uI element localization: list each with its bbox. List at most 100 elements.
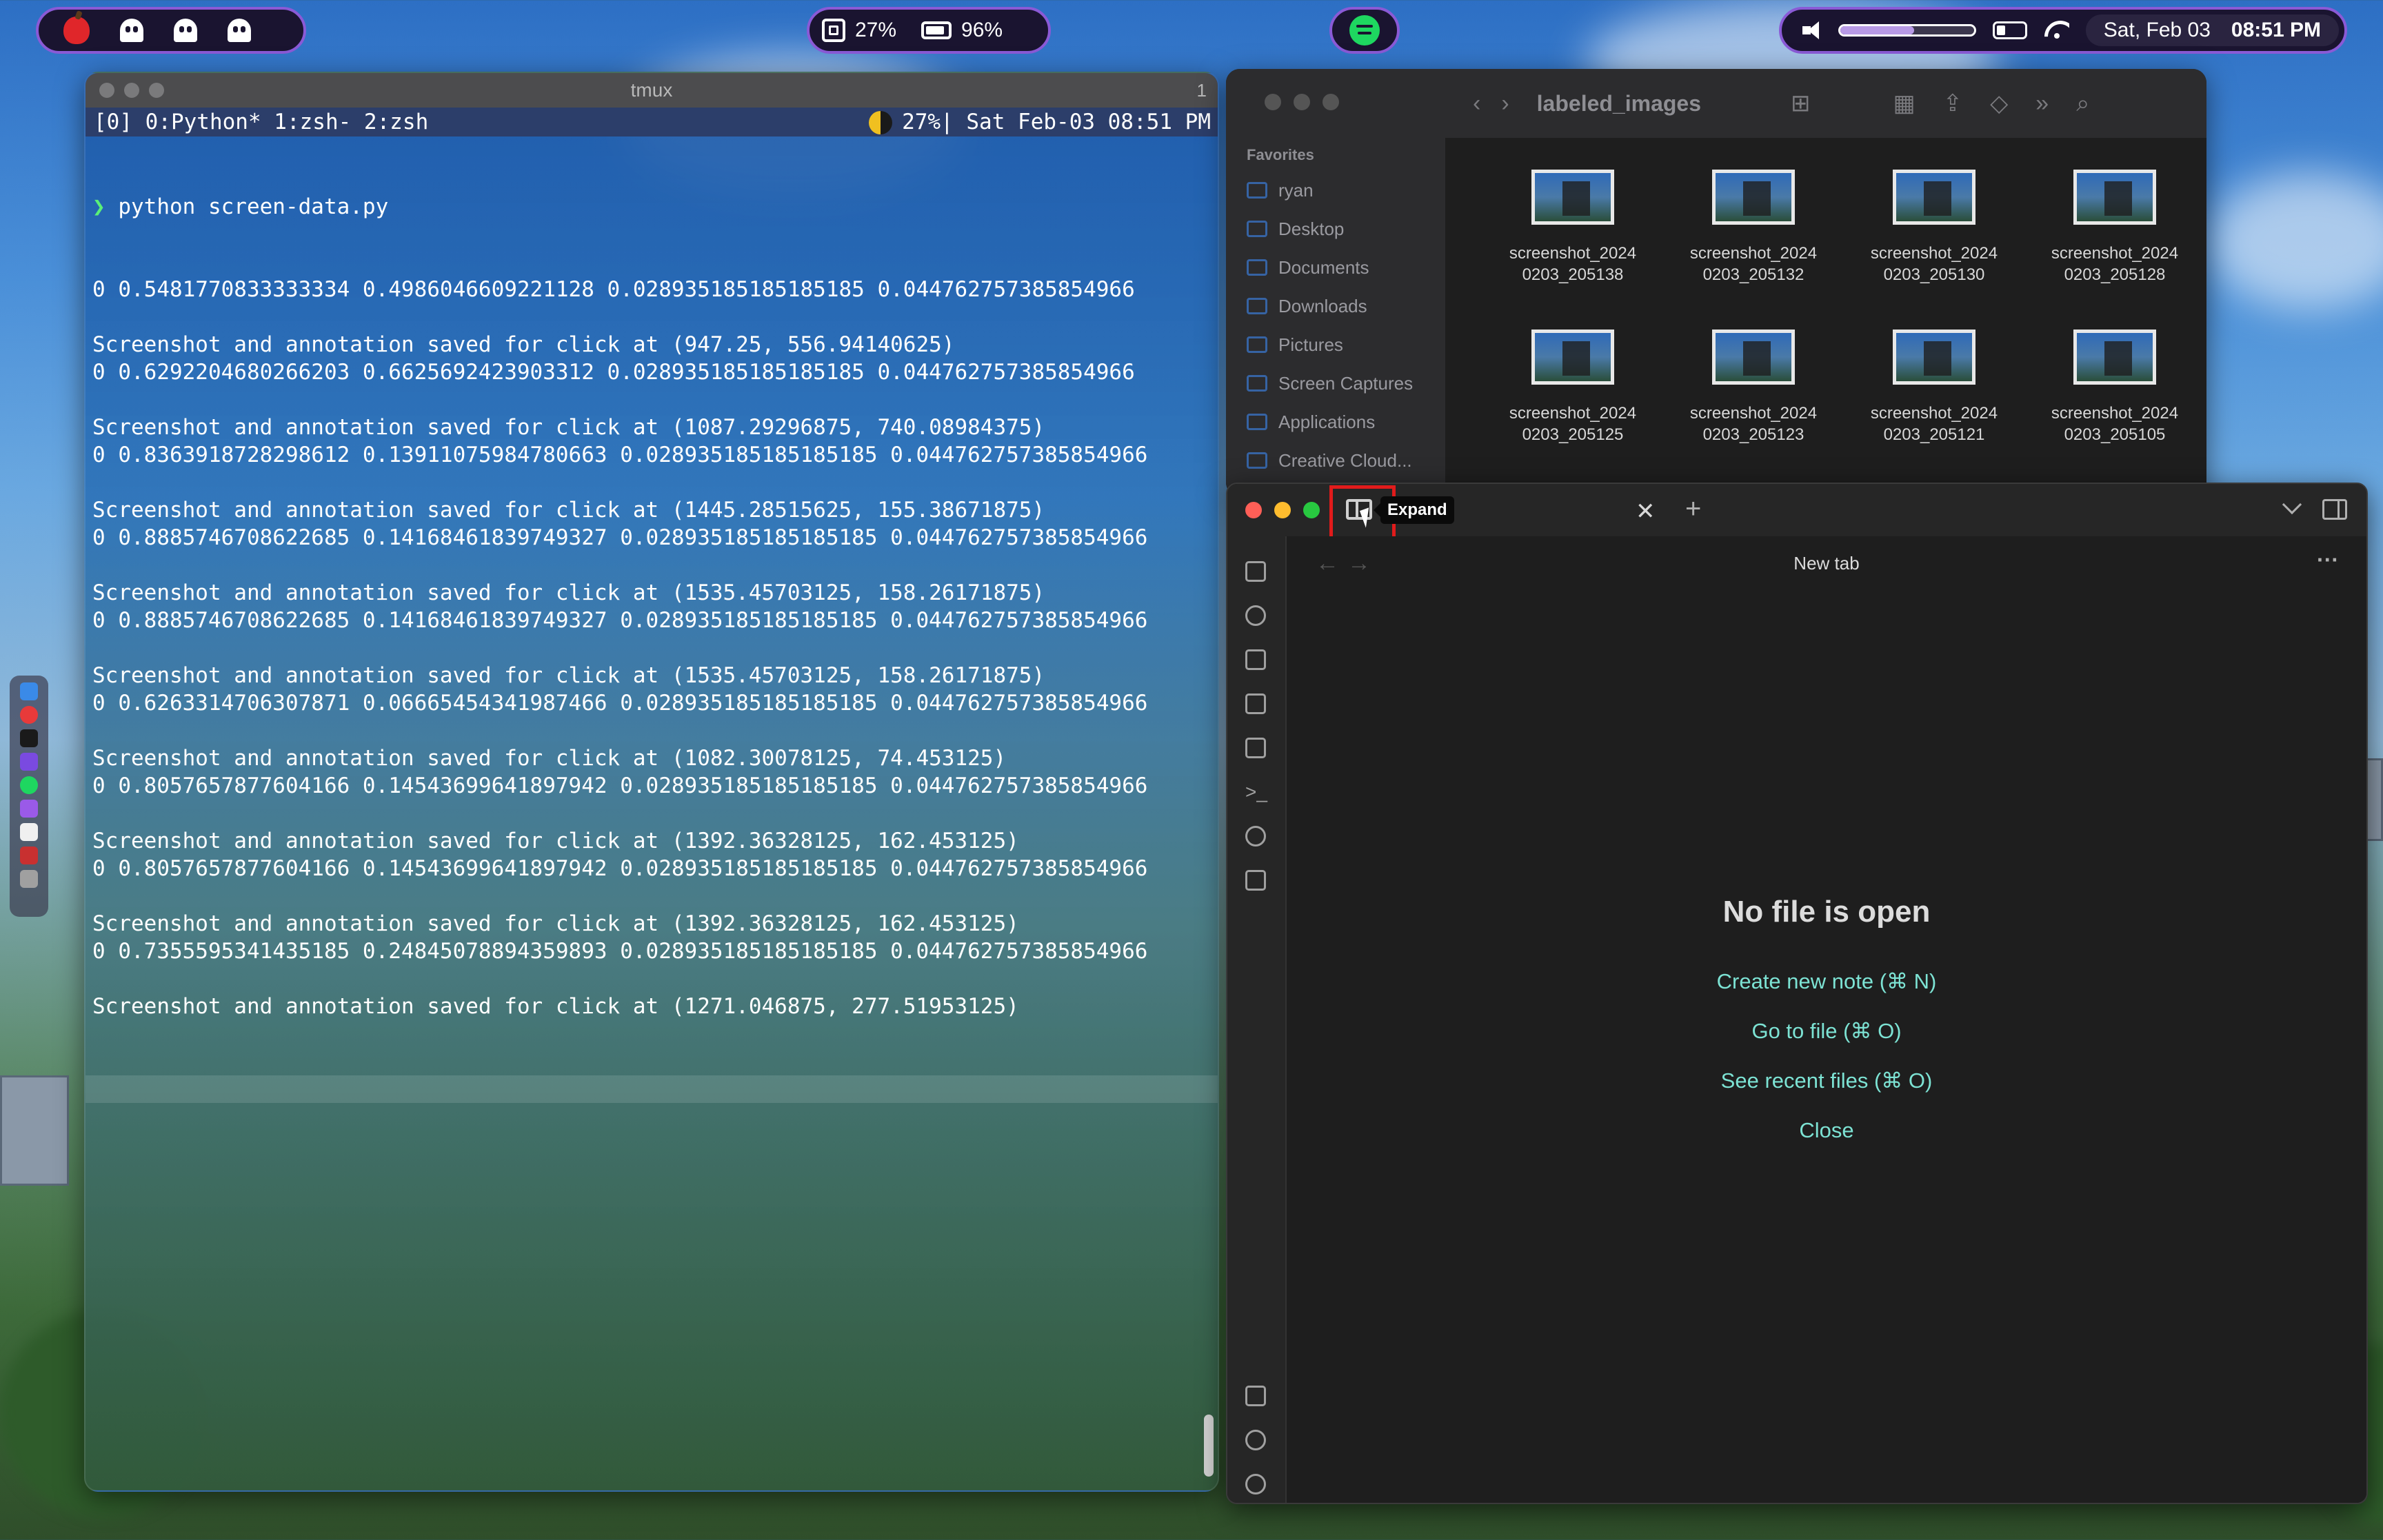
terminal-titlebar[interactable]: tmux 1 [86, 73, 1218, 108]
sidebar-item[interactable]: Applications [1247, 403, 1413, 441]
sidebar-item[interactable]: Screen Captures [1247, 364, 1413, 403]
close-tab-icon[interactable]: ✕ [1636, 498, 1656, 525]
new-tab-icon[interactable]: + [1685, 494, 1701, 525]
zoom-button[interactable] [1323, 94, 1339, 110]
sidebar-item[interactable]: Documents [1247, 248, 1413, 287]
close-button[interactable] [1265, 94, 1281, 110]
file-name-line: 0203_205105 [2064, 425, 2166, 444]
file-item[interactable]: screenshot_2024 0203_205105 [2024, 325, 2205, 485]
ghost-icon[interactable] [228, 19, 251, 42]
close-link[interactable]: Close [1287, 1106, 2366, 1155]
finder-icon[interactable] [20, 682, 38, 700]
image-thumbnail [1712, 170, 1795, 225]
minimize-button[interactable] [1294, 94, 1310, 110]
command-palette-icon[interactable]: >_ [1245, 782, 1267, 802]
terminal-icon[interactable] [20, 729, 38, 747]
help-icon[interactable] [1245, 1430, 1266, 1450]
tag-icon[interactable]: ◇ [1990, 90, 2008, 117]
app-icon[interactable] [20, 800, 38, 818]
search-icon[interactable]: ⌕ [2076, 90, 2089, 117]
file-name: screenshot_2024 0203_205132 [1690, 243, 1817, 285]
image-thumbnail [1531, 170, 1614, 225]
file-name-line: screenshot_2024 [1870, 404, 1998, 423]
cursor-line [86, 1075, 1218, 1103]
apple-icon[interactable] [63, 17, 90, 44]
wifi-icon[interactable] [2044, 21, 2069, 40]
cpu-percent: 27% [855, 19, 897, 41]
sidebar-item[interactable]: ryan [1247, 171, 1413, 210]
more-options-icon[interactable]: ··· [2317, 547, 2339, 573]
minimize-button[interactable] [1274, 502, 1291, 518]
more-icon[interactable]: » [2035, 90, 2049, 117]
file-grid: screenshot_2024 0203_205138 screenshot_202… [1445, 138, 2206, 496]
obsidian-window[interactable]: Expand ✕ + >_ ←→ New tab ··· No file is … [1226, 483, 2368, 1504]
sidebar-item[interactable]: Desktop [1247, 210, 1413, 248]
right-sidebar-toggle-icon[interactable] [2322, 499, 2347, 520]
file-name: screenshot_2024 0203_205128 [2051, 243, 2178, 285]
sidebar-item[interactable]: Downloads [1247, 287, 1413, 325]
file-item[interactable]: screenshot_2024 0203_205121 [1844, 325, 2024, 485]
settings-gear-icon[interactable] [1245, 1474, 1266, 1495]
go-to-file-link[interactable]: Go to file (⌘ O) [1287, 1006, 2366, 1056]
file-item[interactable]: screenshot_2024 0203_205128 [2024, 165, 2205, 325]
random-note-icon[interactable] [1245, 870, 1266, 891]
sidebar-item[interactable]: Pictures [1247, 325, 1413, 364]
chevron-down-icon[interactable] [2282, 494, 2302, 515]
vivaldi-icon[interactable] [20, 706, 38, 724]
calendar-icon[interactable] [1245, 693, 1266, 714]
folder-icon [1247, 221, 1267, 237]
volume-icon[interactable] [1802, 20, 1827, 41]
obsidian-icon[interactable] [20, 753, 38, 771]
finder-window[interactable]: Favorites ryan Desktop Documents Downloads P… [1226, 69, 2206, 496]
file-name: screenshot_2024 0203_205125 [1509, 403, 1636, 445]
zoom-button[interactable] [1303, 502, 1320, 518]
forward-icon[interactable]: › [1501, 90, 1509, 117]
terminal-line: Screenshot and annotation saved for clic… [92, 415, 1045, 440]
terminal-line: 0 0.7355595341435185 0.24845078894359893… [92, 939, 1148, 964]
file-item[interactable]: screenshot_2024 0203_205123 [1663, 325, 1844, 485]
share-icon[interactable]: ⇪ [1943, 90, 1963, 117]
tab-bar: Expand ✕ + [1227, 484, 2366, 549]
file-item[interactable]: screenshot_2024 0203_205125 [1482, 325, 1663, 485]
folder-icon [1247, 375, 1267, 392]
spotify-pill[interactable] [1329, 7, 1400, 54]
scrollbar[interactable] [1204, 1415, 1214, 1477]
volume-slider[interactable] [1838, 24, 1976, 37]
graph-view-icon[interactable] [1245, 605, 1266, 626]
group-icon[interactable]: ▦ [1893, 90, 1916, 117]
terminal-window[interactable]: tmux 1 [0] 0:Python* 1:zsh- 2:zsh 27%| S… [84, 72, 1219, 1492]
recent-files-link[interactable]: See recent files (⌘ O) [1287, 1056, 2366, 1106]
preview-icon[interactable] [20, 823, 38, 841]
sidebar-item-label: Pictures [1278, 334, 1343, 355]
link-icon[interactable] [1245, 826, 1266, 847]
templates-icon[interactable] [1245, 738, 1266, 758]
tmux-windows[interactable]: [0] 0:Python* 1:zsh- 2:zsh [94, 110, 428, 134]
view-mode-icon[interactable]: ⊞ [1791, 90, 1811, 117]
back-icon[interactable]: ‹ [1473, 90, 1480, 117]
battery-icon[interactable] [1993, 21, 2028, 39]
terminal-output[interactable]: ❯ python screen-data.py 0 0.548177083333… [86, 136, 1218, 1158]
create-new-note-link[interactable]: Create new note (⌘ N) [1287, 957, 2366, 1006]
canvas-icon[interactable] [1245, 649, 1266, 670]
file-item[interactable]: screenshot_2024 0203_205138 [1482, 165, 1663, 325]
ghost-icon[interactable] [120, 19, 143, 42]
vault-icon[interactable] [1245, 1386, 1266, 1406]
close-button[interactable] [1245, 502, 1262, 518]
file-item[interactable]: screenshot_2024 0203_205132 [1663, 165, 1844, 325]
file-item[interactable]: screenshot_2024 0203_205130 [1844, 165, 2024, 325]
sidebar-item[interactable]: Creative Cloud... [1247, 441, 1413, 480]
ghost-icon[interactable] [174, 19, 197, 42]
clock[interactable]: Sat, Feb 03 08:51 PM [2085, 14, 2339, 46]
spotify-dock-icon[interactable] [20, 776, 38, 794]
photo-booth-icon[interactable] [20, 847, 38, 864]
open-quick-switcher-icon[interactable] [1245, 561, 1266, 582]
spotify-icon[interactable] [1349, 15, 1380, 45]
terminal-line: Screenshot and annotation saved for clic… [92, 911, 1019, 936]
trash-icon[interactable] [20, 870, 38, 888]
file-name-line: 0203_205128 [2064, 265, 2166, 284]
folder-icon [1247, 298, 1267, 314]
